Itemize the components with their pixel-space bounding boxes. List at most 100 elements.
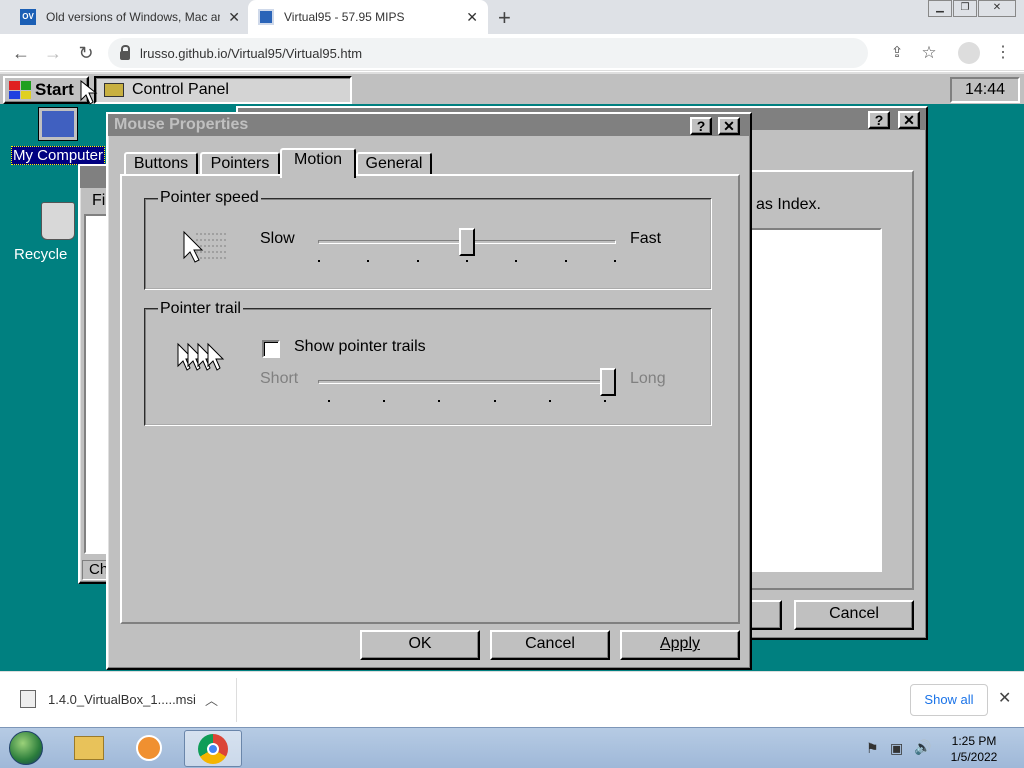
folder-icon: [74, 736, 104, 760]
speed-ticks: [318, 260, 616, 264]
divider: [236, 678, 237, 722]
volume-icon[interactable]: 🔊: [914, 739, 931, 756]
show-trails-checkbox[interactable]: [262, 340, 280, 358]
browser-tabstrip: OV Old versions of Windows, Mac an ✕ Vir…: [0, 0, 1024, 34]
tab-general[interactable]: General: [356, 152, 432, 176]
win95-desktop: Start Control Panel 14:44 My Computer Re…: [0, 72, 1024, 671]
profile-avatar-icon[interactable]: [958, 42, 980, 64]
pointer-trail-icon: [176, 340, 232, 374]
taskbar-item-label: Control Panel: [132, 81, 229, 98]
slider-tick: [515, 260, 517, 262]
win95-clock: 14:44: [950, 77, 1020, 103]
slider-tick: [549, 400, 551, 402]
desktop-icon-my-computer[interactable]: My Computer: [8, 107, 108, 165]
taskbar-control-panel[interactable]: Control Panel: [94, 76, 352, 104]
motion-tab-panel: Pointer speed Slow Fast Pointer trail Sh…: [120, 174, 740, 624]
close-icon[interactable]: ✕: [898, 111, 920, 129]
taskbar-date[interactable]: 1/5/2022: [946, 750, 1002, 764]
action-center-icon[interactable]: ⚑: [866, 740, 879, 757]
minimize-icon[interactable]: ▁: [928, 0, 952, 17]
show-all-button[interactable]: Show all: [910, 684, 988, 716]
dialog-title: Mouse Properties: [114, 116, 249, 133]
tab-label: Old versions of Windows, Mac an: [46, 10, 221, 24]
restore-icon[interactable]: ❐: [953, 0, 977, 17]
ov-favicon-icon: OV: [20, 9, 36, 25]
tab-pointers[interactable]: Pointers: [200, 152, 280, 176]
trail-ticks: [328, 400, 606, 404]
new-tab-icon[interactable]: +: [498, 5, 511, 31]
index-list[interactable]: [748, 228, 882, 572]
trail-max-label: Long: [630, 370, 666, 387]
slider-tick: [438, 400, 440, 402]
pointer-trail-label: Pointer trail: [158, 300, 243, 318]
cancel-button[interactable]: Cancel: [794, 600, 914, 630]
download-filename[interactable]: 1.4.0_VirtualBox_1.....msi: [48, 692, 196, 707]
bookmark-star-icon[interactable]: ☆: [918, 42, 940, 64]
windows-flag-icon: [9, 81, 31, 99]
help-icon[interactable]: ?: [690, 117, 712, 135]
dialog-titlebar: Mouse Properties ? ✕: [108, 114, 750, 136]
slider-tick: [318, 260, 320, 262]
cancel-button[interactable]: Cancel: [490, 630, 610, 660]
menu-kebab-icon[interactable]: ⋮: [992, 42, 1014, 64]
virtual95-favicon-icon: [258, 9, 274, 25]
tab-virtual95[interactable]: Virtual95 - 57.95 MIPS ✕: [248, 0, 488, 34]
help-text: as Index.: [756, 196, 821, 213]
slider-tick: [417, 260, 419, 262]
back-icon[interactable]: ←: [10, 42, 32, 64]
lock-icon: [120, 44, 130, 60]
slider-tick: [614, 260, 616, 262]
control-panel-icon: [104, 83, 124, 97]
media-player-taskbar-item[interactable]: [122, 730, 176, 767]
address-bar: ← → ↻ lrusso.github.io/Virtual95/Virtual…: [0, 34, 1024, 71]
reload-icon[interactable]: ↻: [75, 42, 97, 64]
close-icon[interactable]: ✕: [718, 117, 740, 135]
tab-label: Virtual95 - 57.95 MIPS: [284, 10, 405, 24]
tab-motion[interactable]: Motion: [280, 148, 356, 178]
trail-min-label: Short: [260, 370, 299, 387]
slider-tick: [328, 400, 330, 402]
speed-min-label: Slow: [260, 230, 295, 247]
close-window-icon[interactable]: ✕: [978, 0, 1016, 17]
slider-tick: [367, 260, 369, 262]
win7-taskbar: ⚑ ▣ 🔊 1:25 PM 1/5/2022: [0, 727, 1024, 768]
mouse-properties-dialog: Mouse Properties ? ✕ Buttons Pointers Mo…: [106, 112, 752, 670]
pointer-speed-label: Pointer speed: [158, 189, 261, 207]
explorer-taskbar-item[interactable]: [62, 730, 116, 767]
chrome-icon: [198, 734, 228, 764]
apply-button[interactable]: Apply: [620, 630, 740, 660]
close-tab-icon[interactable]: ✕: [228, 9, 240, 26]
help-icon[interactable]: ?: [868, 111, 890, 129]
close-icon[interactable]: ✕: [998, 688, 1011, 708]
computer-icon: [38, 107, 78, 141]
tab-buttons[interactable]: Buttons: [124, 152, 198, 176]
windows-start-orb-icon[interactable]: [9, 731, 43, 765]
tab-row: Buttons Pointers Motion General: [120, 148, 732, 178]
url-field[interactable]: lrusso.github.io/Virtual95/Virtual95.htm: [108, 38, 868, 68]
share-icon[interactable]: ⇪: [886, 42, 908, 64]
slider-tick: [604, 400, 606, 402]
tab-old-versions[interactable]: OV Old versions of Windows, Mac an ✕: [10, 0, 250, 34]
chevron-up-icon[interactable]: ︿: [205, 690, 218, 709]
pointer-speed-icon: [182, 228, 226, 264]
close-tab-icon[interactable]: ✕: [466, 9, 478, 26]
chrome-taskbar-item[interactable]: [184, 730, 242, 767]
ok-button[interactable]: OK: [360, 630, 480, 660]
menu-file[interactable]: Fi: [92, 192, 105, 210]
forward-icon[interactable]: →: [42, 42, 64, 64]
show-trails-label[interactable]: Show pointer trails: [294, 338, 426, 356]
taskbar-time[interactable]: 1:25 PM: [946, 734, 1002, 748]
media-player-icon: [136, 735, 162, 761]
slider-tick: [494, 400, 496, 402]
recycle-bin-icon: [40, 202, 75, 240]
slider-tick: [383, 400, 385, 402]
trail-slider-thumb[interactable]: [600, 368, 616, 396]
start-button[interactable]: Start: [3, 76, 89, 104]
mouse-cursor-icon: [80, 79, 98, 106]
url-text: lrusso.github.io/Virtual95/Virtual95.htm: [140, 45, 363, 61]
download-bar: 1.4.0_VirtualBox_1.....msi ︿ Show all ✕: [0, 671, 1024, 727]
pointer-speed-group: [144, 198, 712, 290]
trail-slider-track: [318, 380, 616, 384]
network-icon[interactable]: ▣: [890, 740, 903, 757]
speed-slider-thumb[interactable]: [459, 228, 475, 256]
